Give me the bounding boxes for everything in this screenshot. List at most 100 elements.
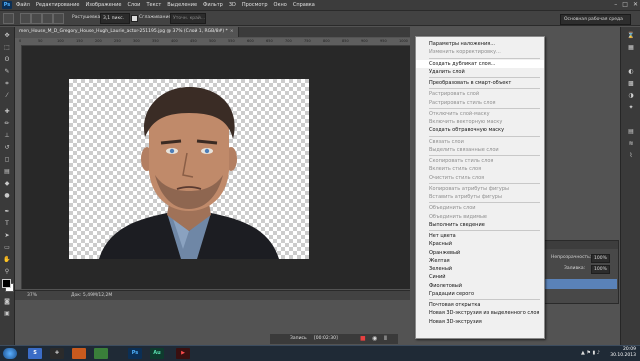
context-menu-item[interactable]: Зеленый [416, 265, 544, 273]
maximize-button[interactable]: □ [622, 0, 628, 10]
lasso-tool-preset-icon[interactable] [3, 13, 14, 24]
context-menu-item[interactable]: Параметры наложения... [416, 40, 544, 48]
menu-item[interactable]: Фильтр [203, 0, 223, 10]
eraser-tool-icon[interactable]: ◻ [2, 155, 12, 164]
context-menu-item[interactable]: Создать дубликат слоя... [416, 59, 544, 68]
channels-panel-icon[interactable]: ≋ [626, 139, 636, 148]
ruler-tick-label: 750 [304, 39, 311, 43]
adjustments-panel-icon[interactable]: ◑ [626, 91, 636, 100]
add-selection-icon[interactable] [31, 13, 42, 24]
menu-item[interactable]: Справка [293, 0, 315, 10]
selected-layer-row[interactable] [541, 279, 617, 289]
quick-select-tool-icon[interactable]: ✎ [2, 67, 12, 76]
document-tab[interactable]: men_House_M_D_Gregory_House_Hugh_Laurie_… [15, 27, 239, 37]
menu-item[interactable]: Файл [16, 0, 30, 10]
close-button[interactable]: ✕ [633, 0, 638, 10]
shape-tool-icon[interactable]: ▭ [2, 243, 12, 252]
context-menu-item[interactable]: Создать обтравочную маску [416, 126, 544, 134]
history-panel-icon[interactable]: ⌛ [626, 31, 636, 40]
context-menu-item[interactable]: Фиолетовый [416, 282, 544, 290]
taskbar-app-photoshop[interactable]: Ps [128, 348, 142, 359]
taskbar-app-skype[interactable]: S [28, 348, 42, 359]
blur-tool-icon[interactable]: ◆ [2, 179, 12, 188]
pen-tool-icon[interactable]: ✒ [2, 207, 12, 216]
layers-panel-icon[interactable]: ▤ [626, 127, 636, 136]
menu-item[interactable]: 3D [229, 0, 236, 10]
system-tray-icons[interactable]: ▲ ⚑ ▮ ♪ [581, 350, 600, 356]
context-menu-item[interactable]: Нет цвета [416, 232, 544, 240]
document-size: Док: 5,49M/12,2M [71, 293, 113, 298]
opacity-input[interactable]: 100% [591, 254, 610, 263]
context-menu-item[interactable]: Градации серого [416, 290, 544, 298]
dodge-tool-icon[interactable]: ● [2, 191, 12, 200]
gradient-tool-icon[interactable]: ▤ [2, 167, 12, 176]
ruler-tick-label: 400 [171, 39, 178, 43]
taskbar-app-firefox[interactable] [72, 348, 86, 359]
context-menu-item[interactable]: Оранжевый [416, 249, 544, 257]
move-tool-icon[interactable]: ✥ [2, 31, 12, 40]
swatches-panel-icon[interactable]: ▩ [626, 79, 636, 88]
taskbar-app-recorder[interactable]: ▶ [176, 348, 190, 359]
history-brush-tool-icon[interactable]: ↺ [2, 143, 12, 152]
type-tool-icon[interactable]: T [2, 219, 12, 228]
taskbar-app-utility[interactable] [94, 348, 108, 359]
menu-separator [416, 229, 544, 232]
path-select-tool-icon[interactable]: ➤ [2, 231, 12, 240]
screen-mode-icon[interactable]: ▣ [2, 309, 12, 318]
menu-item[interactable]: Изображение [85, 0, 121, 10]
new-selection-icon[interactable] [20, 13, 31, 24]
taskbar-app-steam[interactable]: ✚ [50, 348, 64, 359]
properties-panel-icon[interactable]: ▦ [626, 43, 636, 52]
close-document-icon[interactable]: × [230, 29, 234, 34]
start-button[interactable] [3, 348, 17, 359]
lasso-tool-icon[interactable]: ʘ [2, 55, 12, 64]
zoom-tool-icon[interactable]: ⚲ [2, 267, 12, 276]
ruler-tick-label: 50 [38, 39, 43, 43]
foreground-color-swatch[interactable] [2, 279, 11, 288]
context-menu-item[interactable]: Преобразовать в смарт-объект [416, 79, 544, 87]
minimize-button[interactable]: – [614, 0, 617, 10]
pause-icon[interactable]: Ⅱ [384, 334, 387, 344]
menu-item[interactable]: Окно [274, 0, 287, 10]
intersect-selection-icon[interactable] [53, 13, 64, 24]
quick-mask-icon[interactable]: ◙ [2, 297, 12, 306]
marquee-tool-icon[interactable]: ⬚ [2, 43, 12, 52]
refine-edge-button[interactable]: Уточн. край... [170, 13, 206, 24]
camera-icon[interactable]: ◉ [372, 334, 377, 344]
healing-tool-icon[interactable]: ✚ [2, 107, 12, 116]
clock[interactable]: 20:09 30.10.2013 [610, 347, 636, 359]
context-menu-item[interactable]: Синий [416, 273, 544, 281]
layer-context-menu: Параметры наложения... Изменить корректир… [415, 36, 545, 339]
hand-tool-icon[interactable]: ✋ [2, 255, 12, 264]
taskbar-app-audition[interactable]: Au [150, 348, 164, 359]
context-menu-item[interactable]: Удалить слой [416, 68, 544, 76]
brush-tool-icon[interactable]: ✏ [2, 119, 12, 128]
menu-item[interactable]: Выделение [167, 0, 197, 10]
color-panel-icon[interactable]: ◐ [626, 67, 636, 76]
subtract-selection-icon[interactable] [42, 13, 53, 24]
context-menu-item[interactable]: Почтовая открытка [416, 301, 544, 309]
antialias-checkbox[interactable] [131, 15, 138, 22]
zoom-level[interactable]: 37% [27, 291, 37, 300]
context-menu-item[interactable]: Новая 3D-экструзия из выделенного слоя [416, 309, 544, 317]
stamp-tool-icon[interactable]: ⊥ [2, 131, 12, 140]
record-icon[interactable]: ■ [360, 334, 366, 344]
menu-item[interactable]: Редактирование [36, 0, 80, 10]
canvas-image[interactable] [69, 79, 309, 259]
context-menu-item[interactable]: Новая 3D-экструзия [416, 318, 544, 326]
context-menu-item[interactable]: Красный [416, 240, 544, 248]
menu-item[interactable]: Текст [146, 0, 161, 10]
paths-panel-icon[interactable]: ⌇ [626, 151, 636, 160]
context-menu-item[interactable]: Выполнить сведение [416, 221, 544, 229]
fill-input[interactable]: 100% [591, 265, 610, 274]
menu-item[interactable]: Просмотр [242, 0, 268, 10]
context-menu-item[interactable]: Желтая [416, 257, 544, 265]
feather-input[interactable]: 3,1 пикс. [100, 13, 130, 24]
styles-panel-icon[interactable]: ✦ [626, 103, 636, 112]
eyedropper-tool-icon[interactable]: ⁄ [2, 91, 12, 100]
context-menu-item: Связать слои [429, 138, 464, 145]
menu-item[interactable]: Слои [127, 0, 140, 10]
crop-tool-icon[interactable]: ⌗ [2, 79, 12, 88]
workspace-select[interactable]: Основная рабочая среда [560, 14, 631, 25]
context-menu-item: Вставить атрибуты фигуры [429, 194, 502, 200]
